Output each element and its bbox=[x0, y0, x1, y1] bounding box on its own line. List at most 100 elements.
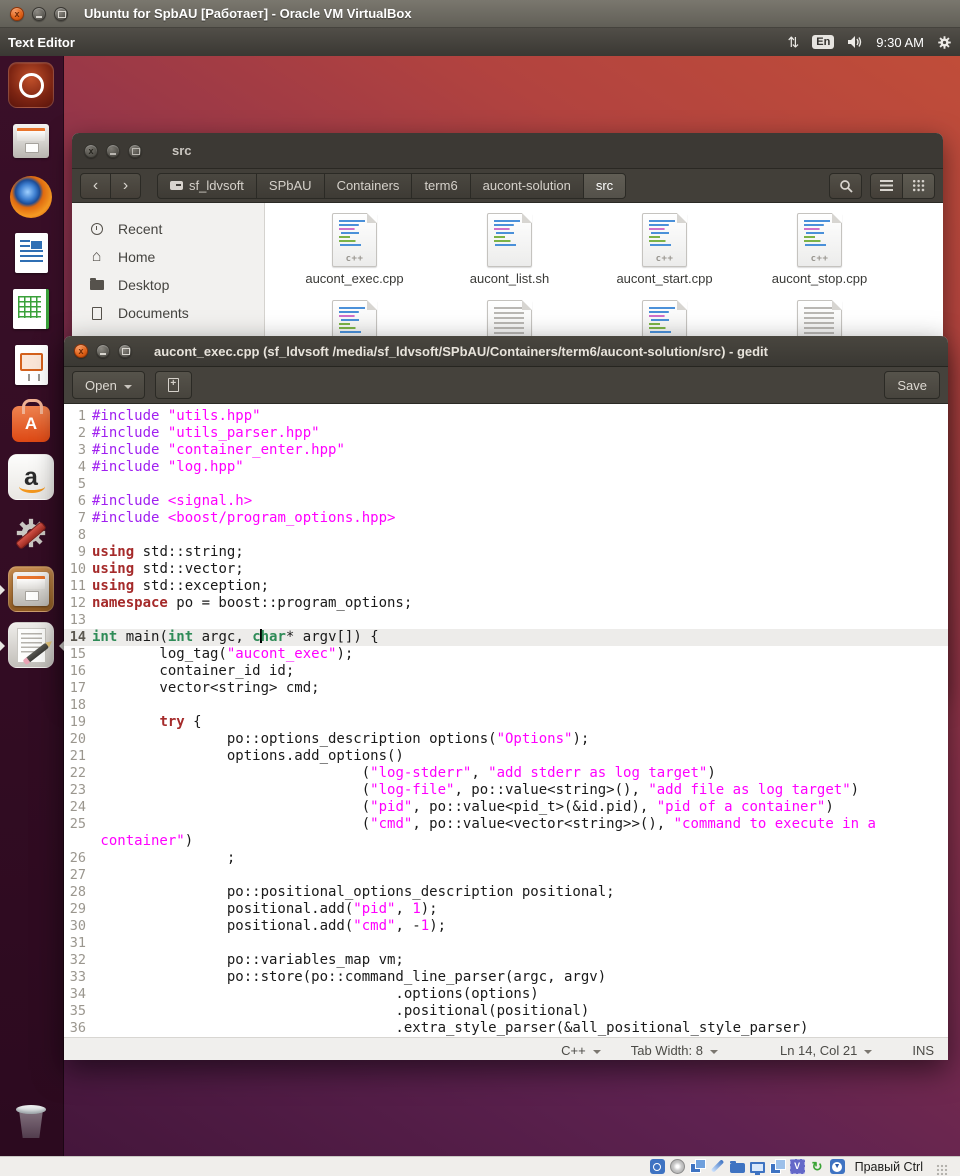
maximize-button[interactable] bbox=[128, 143, 142, 158]
chevron-down-icon[interactable] bbox=[864, 1049, 873, 1058]
code-line[interactable]: 35 .positional(positional) bbox=[64, 1003, 948, 1020]
code-line[interactable]: 19 try { bbox=[64, 714, 948, 731]
back-button[interactable]: ‹ bbox=[80, 172, 111, 199]
code-line[interactable]: 34 .options(options) bbox=[64, 986, 948, 1003]
code-line[interactable]: 24 ("pid", po::value<pid_t>(&id.pid), "p… bbox=[64, 799, 948, 816]
sidebar-item-documents[interactable]: Documents bbox=[72, 299, 264, 327]
network-icon[interactable] bbox=[689, 1159, 706, 1174]
new-document-button[interactable] bbox=[154, 371, 192, 399]
keyboard-capture-icon[interactable] bbox=[829, 1159, 845, 1174]
sidebar-item-desktop[interactable]: Desktop bbox=[72, 271, 264, 299]
code-line[interactable]: 20 po::options_description options("Opti… bbox=[64, 731, 948, 748]
sidebar-item-recent[interactable]: Recent bbox=[72, 215, 264, 243]
code-line[interactable]: 17 vector<string> cmd; bbox=[64, 680, 948, 697]
code-line[interactable]: 29 positional.add("pid", 1); bbox=[64, 901, 948, 918]
code-line[interactable]: 2 #include "utils_parser.hpp" bbox=[64, 425, 948, 442]
launcher-item-dash[interactable] bbox=[0, 62, 64, 110]
breadcrumb-sf_ldvsoft[interactable]: sf_ldvsoft bbox=[157, 172, 257, 199]
file-item[interactable]: c++ aucont_start.cpp bbox=[587, 213, 742, 286]
launcher-item-libreoffice-writer[interactable] bbox=[0, 230, 64, 278]
code-line[interactable]: 36 .extra_style_parser(&all_positional_s… bbox=[64, 1020, 948, 1037]
usb-icon[interactable] bbox=[710, 1159, 725, 1174]
breadcrumb-src[interactable]: src bbox=[582, 172, 627, 199]
launcher-item-text-editor[interactable] bbox=[0, 622, 64, 670]
launcher-item-amazon[interactable]: a bbox=[0, 454, 64, 502]
grid-view-button[interactable] bbox=[902, 172, 935, 199]
host-close-button[interactable] bbox=[10, 6, 24, 21]
tab-width-selector[interactable]: Tab Width: 8 bbox=[631, 1043, 703, 1058]
code-line[interactable]: 32 po::variables_map vm; bbox=[64, 952, 948, 969]
clock[interactable]: 9:30 AM bbox=[876, 35, 924, 50]
virtualization-features-icon[interactable] bbox=[789, 1159, 805, 1174]
code-line[interactable]: 33 po::store(po::command_line_parser(arg… bbox=[64, 969, 948, 986]
hard-disk-icon[interactable] bbox=[649, 1159, 665, 1174]
file-item[interactable]: c++ aucont_exec.cpp bbox=[277, 213, 432, 286]
code-line[interactable]: 11 using std::exception; bbox=[64, 578, 948, 595]
list-view-button[interactable] bbox=[870, 172, 903, 199]
launcher-item-firefox[interactable] bbox=[0, 174, 64, 222]
code-line[interactable]: 1 #include "utils.hpp" bbox=[64, 408, 948, 425]
gedit-titlebar[interactable]: aucont_exec.cpp (sf_ldvsoft /media/sf_ld… bbox=[64, 336, 948, 367]
maximize-button[interactable] bbox=[118, 344, 132, 358]
launcher-item-files-window[interactable] bbox=[0, 566, 64, 614]
breadcrumb-Containers[interactable]: Containers bbox=[323, 172, 413, 199]
launcher-item-trash[interactable] bbox=[0, 1100, 64, 1148]
code-line[interactable]: 27 bbox=[64, 867, 948, 884]
breadcrumb-term6[interactable]: term6 bbox=[411, 172, 471, 199]
code-line[interactable]: 22 ("log-stderr", "add stderr as log tar… bbox=[64, 765, 948, 782]
shared-folders-icon[interactable] bbox=[729, 1161, 745, 1173]
code-line[interactable]: 5 bbox=[64, 476, 948, 493]
code-line[interactable]: 30 positional.add("cmd", -1); bbox=[64, 918, 948, 935]
close-button[interactable] bbox=[74, 344, 88, 358]
code-line[interactable]: 18 bbox=[64, 697, 948, 714]
launcher-item-system-settings[interactable] bbox=[0, 510, 64, 558]
open-button[interactable]: Open bbox=[72, 371, 145, 399]
code-line[interactable]: 9 using std::string; bbox=[64, 544, 948, 561]
launcher-item-files[interactable] bbox=[0, 118, 64, 166]
save-button[interactable]: Save bbox=[884, 371, 940, 399]
code-line[interactable]: 12 namespace po = boost::program_options; bbox=[64, 595, 948, 612]
code-line[interactable]: 23 ("log-file", po::value<string>(), "ad… bbox=[64, 782, 948, 799]
minimize-button[interactable] bbox=[106, 143, 120, 158]
display-icon[interactable] bbox=[749, 1161, 765, 1175]
code-line[interactable]: 15 log_tag("aucont_exec"); bbox=[64, 646, 948, 663]
launcher-item-libreoffice-impress[interactable] bbox=[0, 342, 64, 390]
code-editor[interactable]: 1 #include "utils.hpp" 2 #include "utils_pa… bbox=[64, 404, 948, 1037]
code-line[interactable]: 13 bbox=[64, 612, 948, 629]
files-titlebar[interactable]: src bbox=[72, 133, 943, 169]
language-indicator[interactable]: En bbox=[812, 35, 835, 49]
code-line[interactable]: 3 #include "container_enter.hpp" bbox=[64, 442, 948, 459]
session-gear-icon[interactable] bbox=[937, 35, 952, 50]
resize-grip[interactable] bbox=[936, 1164, 948, 1176]
cursor-position[interactable]: Ln 14, Col 21 bbox=[780, 1043, 857, 1058]
language-selector[interactable]: C++ bbox=[561, 1043, 586, 1058]
forward-button[interactable]: › bbox=[110, 172, 141, 199]
launcher-item-ubuntu-software[interactable] bbox=[0, 398, 64, 446]
optical-disk-icon[interactable] bbox=[669, 1159, 685, 1174]
code-line[interactable]: 4 #include "log.hpp" bbox=[64, 459, 948, 476]
code-line[interactable]: 25 ("cmd", po::value<vector<string>>(), … bbox=[64, 816, 948, 833]
file-item[interactable]: c++ aucont_stop.cpp bbox=[742, 213, 897, 286]
volume-icon[interactable] bbox=[847, 35, 863, 49]
code-line[interactable]: 31 bbox=[64, 935, 948, 952]
code-line[interactable]: 6 #include <signal.h> bbox=[64, 493, 948, 510]
host-maximize-button[interactable] bbox=[54, 6, 68, 21]
code-line[interactable]: 16 container_id id; bbox=[64, 663, 948, 680]
breadcrumb-aucont-solution[interactable]: aucont-solution bbox=[469, 172, 584, 199]
video-capture-icon[interactable] bbox=[769, 1159, 786, 1174]
code-line[interactable]: 10 using std::vector; bbox=[64, 561, 948, 578]
code-line[interactable]: 26 ; bbox=[64, 850, 948, 867]
mouse-integration-icon[interactable]: ↻ bbox=[810, 1159, 825, 1174]
host-minimize-button[interactable] bbox=[32, 6, 46, 21]
file-item[interactable]: aucont_list.sh bbox=[432, 213, 587, 286]
breadcrumb-SPbAU[interactable]: SPbAU bbox=[255, 172, 325, 199]
vbox-titlebar[interactable]: Ubuntu for SpbAU [Работает] - Oracle VM … bbox=[0, 0, 960, 28]
keyboard-indicator-icon[interactable]: ⇅ bbox=[788, 34, 800, 51]
code-line[interactable]: 28 po::positional_options_description po… bbox=[64, 884, 948, 901]
minimize-button[interactable] bbox=[96, 344, 110, 358]
sidebar-item-home[interactable]: ⌂ Home bbox=[72, 243, 264, 271]
app-menu-title[interactable]: Text Editor bbox=[8, 35, 75, 50]
code-line[interactable]: 14 int main(int argc, char* argv[]) { bbox=[64, 629, 948, 646]
code-line[interactable]: container") bbox=[64, 833, 948, 850]
code-line[interactable]: 8 bbox=[64, 527, 948, 544]
